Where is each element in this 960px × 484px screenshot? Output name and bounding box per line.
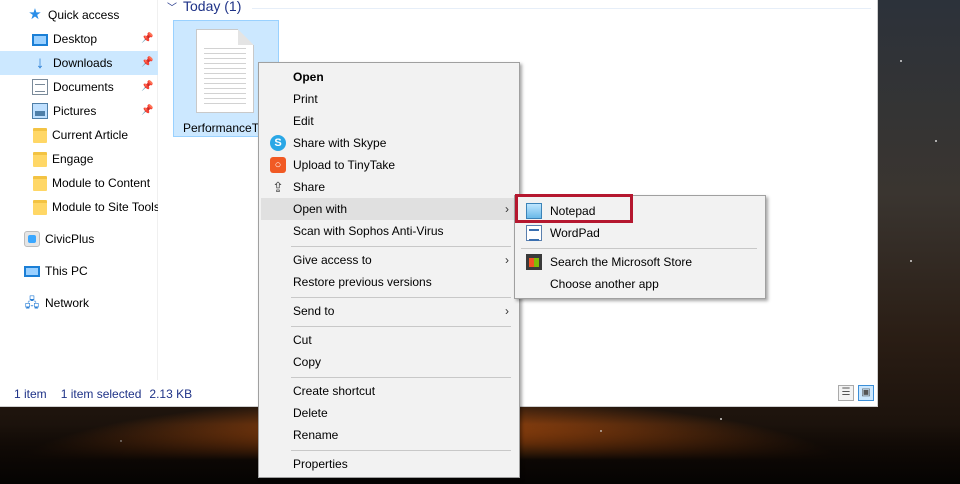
menu-separator	[291, 450, 511, 451]
chevron-right-icon: ›	[505, 304, 509, 318]
menu-item-restore-versions[interactable]: Restore previous versions	[261, 271, 517, 293]
pin-icon[interactable]: 📌	[141, 105, 153, 117]
menu-separator	[291, 246, 511, 247]
submenu-item-wordpad[interactable]: WordPad	[517, 222, 763, 244]
sidebar-item-label: Documents	[53, 80, 114, 94]
sidebar-item-label: Module to Site Tools	[52, 200, 158, 214]
group-header-label: Today (1)	[183, 0, 242, 14]
item-count: 1 item	[14, 386, 47, 401]
menu-item-upload-tinytake[interactable]: ○ Upload to TinyTake	[261, 154, 517, 176]
microsoft-store-icon	[526, 254, 542, 270]
menu-item-open-with[interactable]: Open with ›	[261, 198, 517, 220]
folder-icon	[33, 151, 47, 167]
sidebar-item-civicplus[interactable]: CivicPlus	[0, 227, 158, 251]
menu-item-open[interactable]: Open	[261, 66, 517, 88]
sidebar-item-module-to-content[interactable]: Module to Content	[0, 171, 158, 195]
chevron-right-icon: ›	[505, 253, 509, 267]
menu-item-copy[interactable]: Copy	[261, 351, 517, 373]
tinytake-icon: ○	[270, 157, 286, 173]
sidebar-item-desktop[interactable]: Desktop 📌	[0, 27, 158, 51]
menu-item-print[interactable]: Print	[261, 88, 517, 110]
pin-icon[interactable]: 📌	[141, 57, 153, 69]
sidebar-item-engage[interactable]: Engage	[0, 147, 158, 171]
computer-icon	[24, 266, 40, 277]
star-icon: ★	[28, 6, 42, 23]
folder-icon	[33, 199, 47, 215]
selected-size: 2.13 KB	[149, 386, 193, 401]
context-menu: Open Print Edit S Share with Skype ○ Upl…	[258, 62, 520, 478]
pin-icon[interactable]: 📌	[141, 81, 153, 93]
sidebar-item-network[interactable]: 🖧 Network	[0, 291, 158, 315]
menu-separator	[291, 326, 511, 327]
desktop-icon	[32, 34, 48, 46]
sidebar-item-label: Pictures	[53, 104, 97, 118]
sidebar-item-label: CivicPlus	[45, 232, 95, 246]
large-icons-view-button[interactable]: ▣	[858, 385, 874, 401]
wordpad-icon	[526, 225, 542, 241]
chevron-down-icon: ﹀	[167, 2, 177, 14]
menu-separator	[291, 297, 511, 298]
sidebar-item-label: Downloads	[53, 56, 113, 70]
sidebar-item-label: This PC	[45, 264, 88, 278]
menu-item-share[interactable]: ⇪ Share	[261, 176, 517, 198]
menu-item-scan-sophos[interactable]: Scan with Sophos Anti-Virus	[261, 220, 517, 242]
skype-icon: S	[270, 135, 286, 151]
text-document-icon	[196, 29, 254, 113]
sidebar-item-label: Module to Content	[52, 176, 151, 190]
sidebar-item-label: Engage	[52, 152, 94, 166]
sidebar-item-documents[interactable]: Documents 📌	[0, 75, 158, 99]
share-icon: ⇪	[272, 179, 284, 195]
selected-count: 1 item selected	[60, 386, 142, 401]
sidebar-item-label: Desktop	[53, 32, 98, 46]
download-icon: ↓	[35, 53, 45, 72]
chevron-right-icon: ›	[505, 202, 509, 216]
menu-separator	[521, 248, 757, 249]
sidebar-item-label: Quick access	[48, 8, 120, 22]
menu-item-edit[interactable]: Edit	[261, 110, 517, 132]
folder-icon	[33, 175, 47, 191]
sidebar-item-downloads[interactable]: ↓ Downloads 📌	[0, 51, 158, 75]
menu-item-rename[interactable]: Rename	[261, 424, 517, 446]
menu-item-delete[interactable]: Delete	[261, 402, 517, 424]
menu-item-cut[interactable]: Cut	[261, 329, 517, 351]
submenu-item-choose-another-app[interactable]: Choose another app	[517, 273, 763, 295]
cloud-icon	[24, 231, 40, 247]
menu-item-give-access[interactable]: Give access to ›	[261, 249, 517, 271]
menu-item-send-to[interactable]: Send to ›	[261, 300, 517, 322]
network-icon: 🖧	[24, 295, 40, 310]
group-divider	[252, 8, 871, 9]
sidebar-item-quick-access[interactable]: ★ Quick access	[0, 3, 158, 27]
navigation-pane: ★ Quick access Desktop 📌 ↓ Downloads 📌 D…	[0, 0, 158, 380]
sidebar-item-module-to-site-tools[interactable]: Module to Site Tools	[0, 195, 158, 219]
documents-icon	[32, 79, 48, 95]
sidebar-item-label: Network	[45, 296, 90, 310]
menu-item-create-shortcut[interactable]: Create shortcut	[261, 380, 517, 402]
pictures-icon	[32, 103, 48, 119]
sidebar-item-current-article[interactable]: Current Article	[0, 123, 158, 147]
sidebar-item-this-pc[interactable]: This PC	[0, 259, 158, 283]
sidebar-item-label: Current Article	[52, 128, 129, 142]
submenu-item-microsoft-store[interactable]: Search the Microsoft Store	[517, 251, 763, 273]
group-header[interactable]: ﹀ Today (1)	[167, 0, 241, 14]
menu-item-share-with-skype[interactable]: S Share with Skype	[261, 132, 517, 154]
notepad-highlight-box	[515, 194, 633, 223]
folder-icon	[33, 127, 47, 143]
pin-icon[interactable]: 📌	[141, 33, 153, 45]
menu-separator	[291, 377, 511, 378]
menu-item-properties[interactable]: Properties	[261, 453, 517, 475]
sidebar-item-pictures[interactable]: Pictures 📌	[0, 99, 158, 123]
details-view-button[interactable]: ☰	[838, 385, 854, 401]
